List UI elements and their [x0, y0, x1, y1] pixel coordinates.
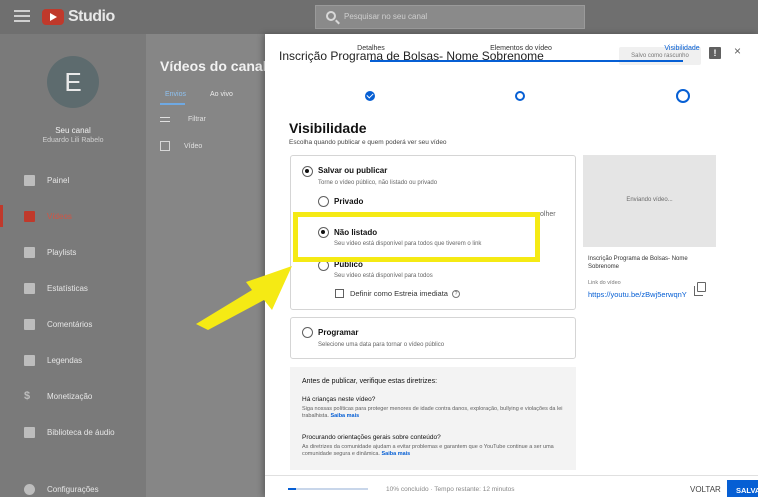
section-title: Visibilidade: [289, 120, 367, 136]
filter-bar[interactable]: Filtrar: [160, 116, 206, 123]
table-header: Vídeo: [160, 141, 202, 151]
sidebar-item-label: Monetização: [47, 391, 93, 401]
annotation-highlight-box: [293, 212, 540, 262]
sidebar-item-label: Comentários: [47, 319, 93, 329]
guideline-text-2: As diretrizes da comunidade ajudam a evi…: [302, 444, 572, 458]
monetization-icon: $: [24, 390, 31, 402]
stepper-line: [520, 60, 683, 62]
video-link-label: Link do vídeo: [588, 280, 621, 286]
save-publish-label: Salvar ou publicar: [318, 166, 388, 175]
search-placeholder: Pesquisar no seu canal: [344, 12, 428, 21]
back-button[interactable]: VOLTAR: [690, 485, 721, 494]
sidebar-item-label: Legendas: [47, 355, 83, 365]
search-icon: [326, 11, 336, 21]
filter-icon: [160, 116, 170, 122]
guidelines-title: Antes de publicar, verifique estas diret…: [302, 378, 438, 385]
playlists-icon: [24, 246, 35, 258]
annotation-arrow-icon: [196, 266, 292, 330]
schedule-box: [290, 317, 576, 359]
step-current-dot-icon[interactable]: [676, 89, 690, 103]
step-detalhes-label[interactable]: Detalhes: [321, 45, 421, 52]
save-button[interactable]: SALVAR: [727, 480, 758, 497]
search-input[interactable]: Pesquisar no seu canal: [315, 5, 585, 29]
dashboard-icon: [24, 174, 35, 186]
studio-logo[interactable]: Studio: [42, 8, 115, 26]
step-elementos-label[interactable]: Elementos do vídeo: [471, 45, 571, 52]
sidebar-item-playlists[interactable]: Playlists: [0, 237, 146, 267]
sidebar-item-label: Configurações: [47, 484, 99, 494]
tab-ao-vivo[interactable]: Ao vivo: [210, 91, 233, 98]
avatar[interactable]: E: [47, 56, 99, 108]
sidebar-item-monetizacao[interactable]: $ Monetização: [0, 381, 146, 411]
page-title: Vídeos do canal: [160, 58, 267, 74]
sidebar-item-estatisticas[interactable]: Estatísticas: [0, 273, 146, 303]
premiere-row: Definir como Estreia imediata?: [350, 289, 460, 299]
sidebar-item-comentarios[interactable]: Comentários: [0, 309, 146, 339]
sidebar-item-label: Playlists: [47, 247, 77, 257]
select-all-checkbox[interactable]: [160, 141, 170, 151]
channel-owner: Eduardo Lili Rabelo: [42, 137, 104, 144]
step-dot-icon[interactable]: [515, 91, 525, 101]
sidebar-item-painel[interactable]: Painel: [0, 165, 146, 195]
sidebar: E Seu canal Eduardo Lili Rabelo Painel V…: [0, 34, 146, 497]
upload-progress-track: [288, 488, 368, 490]
guideline-question-2: Procurando orientações gerais sobre cont…: [302, 434, 441, 441]
publico-desc: Seu vídeo está disponível para todos: [334, 273, 433, 279]
stepper-line: [370, 60, 520, 62]
sidebar-item-label: Biblioteca de áudio: [47, 427, 115, 437]
help-icon[interactable]: ?: [451, 290, 460, 299]
premiere-checkbox[interactable]: [335, 289, 344, 298]
guideline-question-1: Há crianças neste vídeo?: [302, 396, 376, 403]
menu-icon[interactable]: [14, 10, 30, 22]
privado-label: Privado: [334, 197, 364, 206]
sidebar-item-videos[interactable]: Vídeos: [0, 201, 146, 231]
logo-text: Studio: [68, 8, 115, 25]
step-visibilidade-label[interactable]: Visibilidade: [632, 45, 732, 52]
premiere-label: Definir como Estreia imediata: [350, 289, 448, 298]
sidebar-item-label: Estatísticas: [47, 283, 88, 293]
youtube-play-icon: [42, 9, 64, 25]
learn-more-link[interactable]: Saiba mais: [382, 451, 411, 457]
preview-video-title: Inscrição Programa de Bolsas- Nome Sobre…: [588, 256, 688, 270]
save-publish-desc: Torne o vídeo público, não listado ou pr…: [318, 180, 438, 186]
save-publish-radio[interactable]: [302, 166, 313, 177]
copy-icon[interactable]: [694, 282, 706, 296]
learn-more-link[interactable]: Saiba mais: [330, 413, 359, 419]
guideline-text-2-body: As diretrizes da comunidade ajudam a evi…: [302, 444, 554, 457]
channel-name: Seu canal: [55, 126, 91, 135]
sidebar-item-configuracoes[interactable]: Configurações: [0, 474, 146, 497]
filter-label: Filtrar: [187, 116, 206, 123]
schedule-desc: Selecione uma data para tornar o vídeo p…: [318, 342, 445, 348]
upload-progress-bar: [288, 488, 296, 490]
close-icon[interactable]: ×: [734, 44, 741, 58]
sidebar-item-label: Vídeos: [47, 211, 72, 221]
videos-icon: [24, 210, 35, 222]
privado-radio[interactable]: [318, 196, 329, 207]
sidebar-item-label: Painel: [47, 175, 70, 185]
tab-envios[interactable]: Envios: [165, 91, 186, 98]
upload-progress-text: 10% concluído · Tempo restante: 12 minut…: [386, 486, 515, 493]
video-link[interactable]: https://youtu.be/zBwj5erwqnY: [588, 290, 687, 299]
sidebar-item-legendas[interactable]: Legendas: [0, 345, 146, 375]
partial-text: olher: [540, 211, 556, 218]
tab-indicator: [160, 103, 185, 105]
section-subtitle: Escolha quando publicar e quem poderá ve…: [289, 139, 447, 146]
subtitles-icon: [24, 354, 35, 366]
schedule-label: Programar: [318, 328, 359, 337]
guideline-text-1: Siga nossas políticas para proteger meno…: [302, 406, 572, 420]
settings-icon: [24, 483, 35, 495]
audio-library-icon: [24, 426, 35, 438]
upload-status: Enviando vídeo...: [626, 197, 673, 203]
top-bar: Studio Pesquisar no seu canal: [0, 0, 758, 34]
step-done-check-icon[interactable]: [365, 91, 375, 101]
column-video-label: Vídeo: [183, 142, 203, 150]
sidebar-item-biblioteca[interactable]: Biblioteca de áudio: [0, 417, 146, 447]
comments-icon: [24, 318, 35, 330]
analytics-icon: [24, 282, 35, 294]
